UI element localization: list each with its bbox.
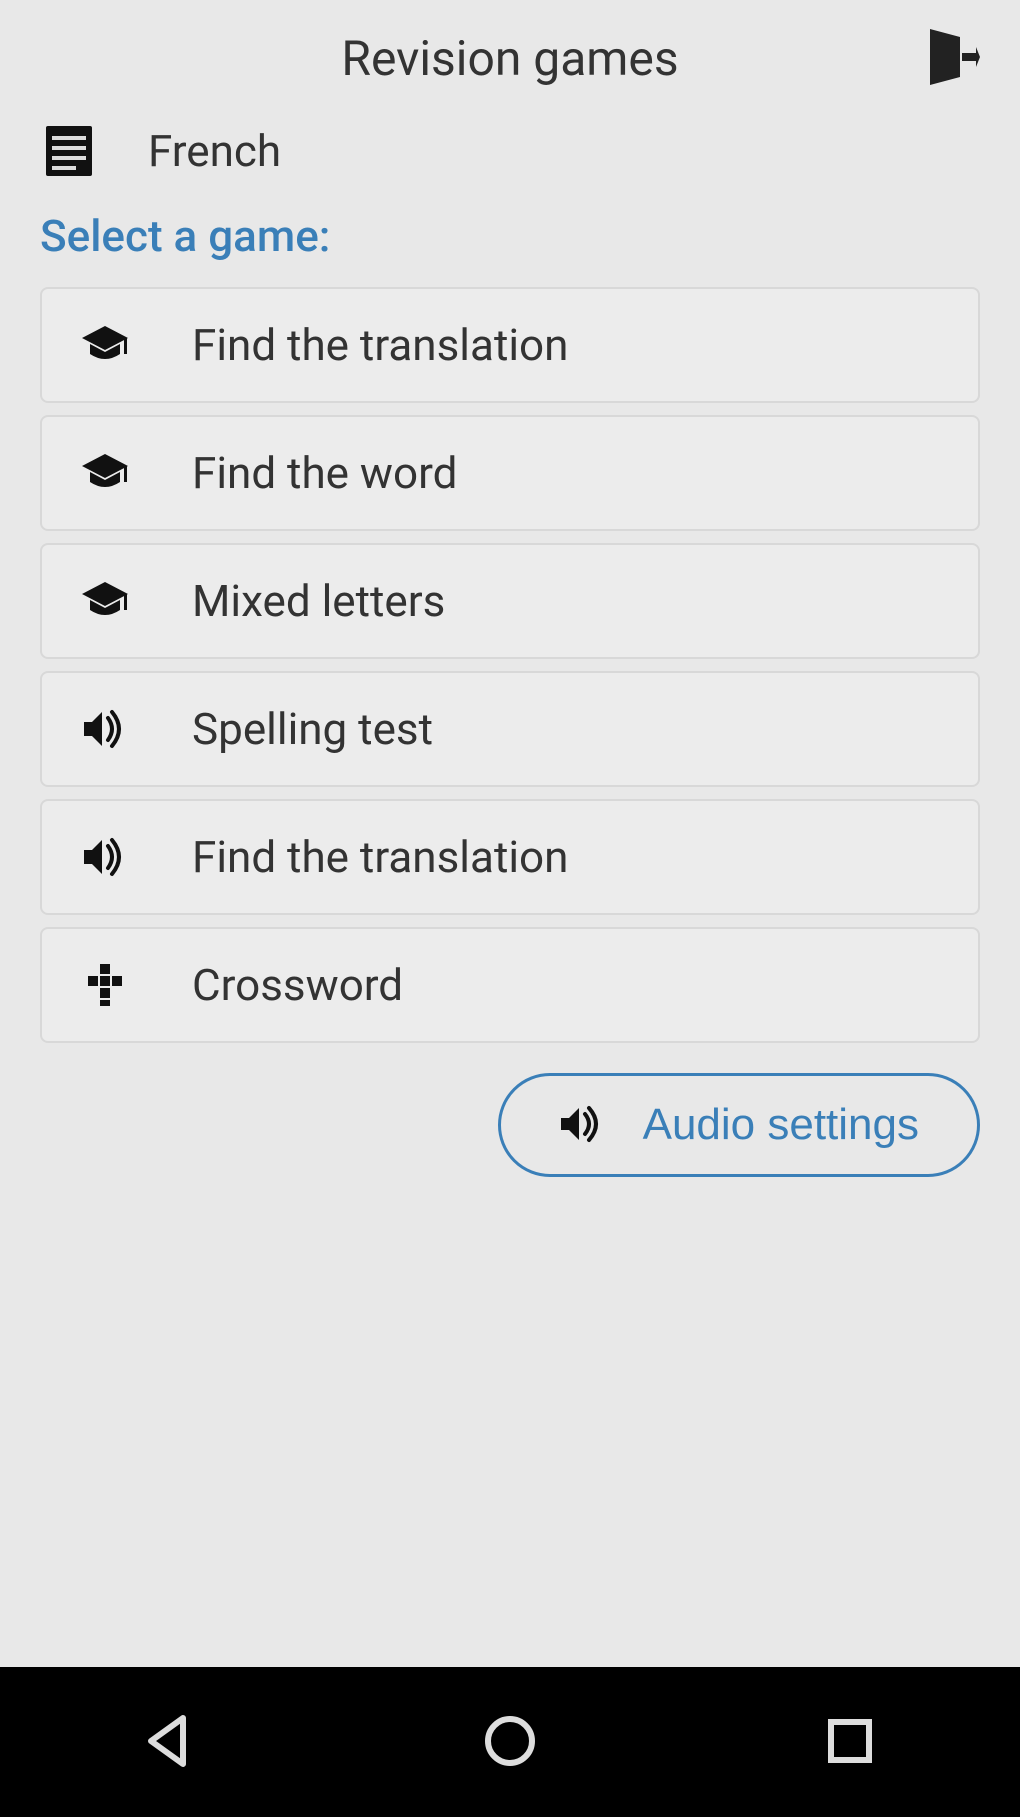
recent-icon (819, 1760, 881, 1775)
exit-icon (924, 77, 980, 92)
game-item-label: Find the translation (192, 319, 568, 371)
language-selector[interactable]: French (0, 107, 1020, 205)
game-item-2[interactable]: Mixed letters (40, 543, 980, 659)
volume-icon (80, 704, 130, 754)
grad-cap-icon (80, 320, 130, 370)
game-item-label: Spelling test (192, 703, 433, 755)
game-item-3[interactable]: Spelling test (40, 671, 980, 787)
game-item-label: Crossword (192, 959, 403, 1011)
audio-settings-label: Audio settings (643, 1100, 919, 1150)
nav-back-button[interactable] (119, 1690, 221, 1795)
game-item-1[interactable]: Find the word (40, 415, 980, 531)
android-nav-bar (0, 1667, 1020, 1817)
nav-recent-button[interactable] (799, 1690, 901, 1795)
game-item-0[interactable]: Find the translation (40, 287, 980, 403)
game-item-4[interactable]: Find the translation (40, 799, 980, 915)
exit-button[interactable] (924, 25, 980, 92)
back-icon (139, 1760, 201, 1775)
volume-icon (559, 1102, 603, 1149)
grad-cap-icon (80, 576, 130, 626)
volume-icon (80, 832, 130, 882)
home-icon (479, 1760, 541, 1775)
audio-settings-button[interactable]: Audio settings (498, 1073, 980, 1177)
game-item-5[interactable]: Crossword (40, 927, 980, 1043)
language-label: French (148, 125, 281, 177)
game-item-label: Mixed letters (192, 575, 445, 627)
nav-home-button[interactable] (459, 1690, 561, 1795)
select-game-label: Select a game: (0, 205, 1020, 287)
game-item-label: Find the translation (192, 831, 568, 883)
grad-cap-icon (80, 448, 130, 498)
crossword-icon (80, 960, 130, 1010)
book-icon (40, 122, 98, 180)
game-item-label: Find the word (192, 447, 457, 499)
page-title: Revision games (40, 30, 980, 87)
